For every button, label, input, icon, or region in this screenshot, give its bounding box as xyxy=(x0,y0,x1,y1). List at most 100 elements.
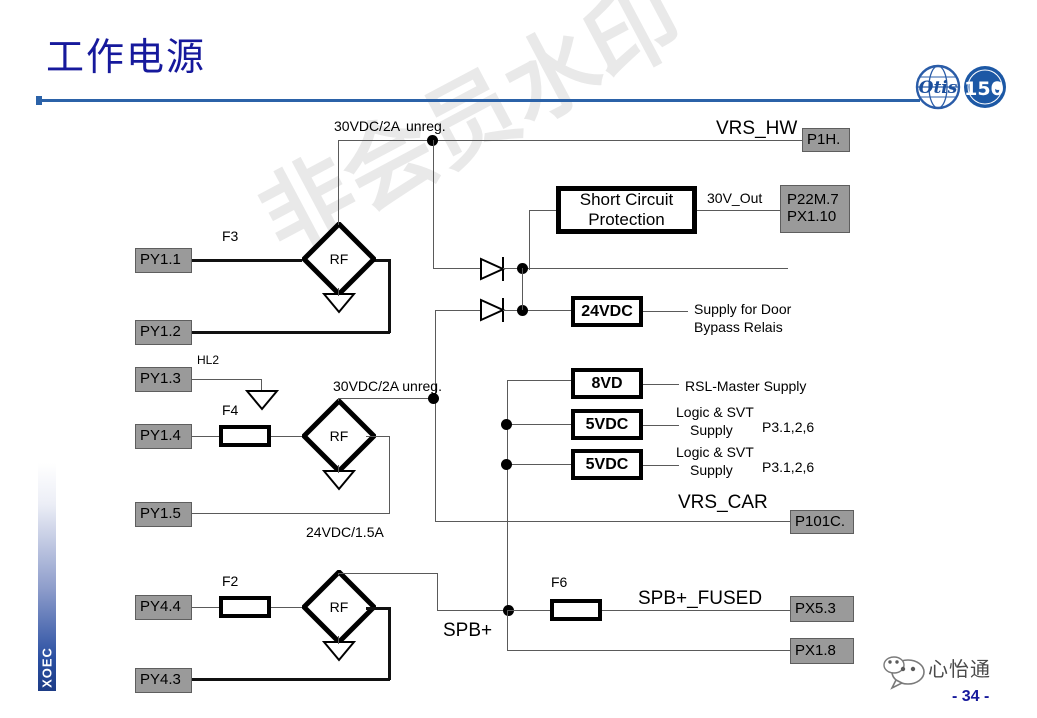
page-title: 工作电源 xyxy=(46,35,207,79)
label-24vdc-15a: 24VDC/1.5A xyxy=(306,524,384,540)
svg-text:RF: RF xyxy=(330,428,349,444)
wire-24vdc-out xyxy=(643,311,688,312)
scp-line-2: Protection xyxy=(588,210,665,229)
junction-30vdc-mid xyxy=(428,393,439,404)
junction-5vdc-b xyxy=(501,459,512,470)
rectifier-rf2: RF xyxy=(302,399,376,473)
wire-rf1-gnd xyxy=(338,288,339,296)
fuse-label-f4: F4 xyxy=(222,402,239,418)
fuse-f2 xyxy=(219,596,271,618)
wire-diode1-out xyxy=(503,268,788,269)
pin-py44[interactable]: PY4.4 xyxy=(135,595,192,620)
wire-to-diode-1 xyxy=(433,268,480,269)
wire-rail-5vdc-a xyxy=(507,424,571,425)
wire-rf2-to-bus xyxy=(338,398,435,399)
wire-py15-loop xyxy=(192,513,390,514)
wire-diode-bus xyxy=(522,268,523,310)
junction-5vdc-a xyxy=(501,419,512,430)
label-spb-plus: SPB+ xyxy=(443,620,493,641)
pin-py12[interactable]: PY1.2 xyxy=(135,320,192,345)
pin-py15[interactable]: PY1.5 xyxy=(135,502,192,527)
label-logic-svt-1a: Logic & SVT xyxy=(676,404,754,420)
label-spb-fused: SPB+_FUSED xyxy=(638,588,763,609)
wire-vrs-car xyxy=(435,521,790,522)
ground-symbol-hl2 xyxy=(245,390,279,411)
pin-p22m7-px110[interactable]: P22M.7 PX1.10 xyxy=(780,185,850,233)
wire-py11-rf1 xyxy=(192,259,302,262)
side-tab-label: XOEC xyxy=(39,647,55,688)
pin-p1h[interactable]: P1H. xyxy=(802,128,850,152)
wire-rf3-gnd xyxy=(338,636,339,644)
module-8vd: 8VD xyxy=(571,368,643,399)
wire-py12-loop xyxy=(192,331,390,334)
pin-p101c[interactable]: P101C. xyxy=(790,510,854,534)
wire-py44-fuse xyxy=(192,607,219,608)
fuse-label-f2: F2 xyxy=(222,573,239,589)
pin-px18[interactable]: PX1.8 xyxy=(790,638,854,664)
pin-py43[interactable]: PY4.3 xyxy=(135,668,192,693)
label-rsl-master: RSL-Master Supply xyxy=(685,378,807,394)
wire-rf2-gnd xyxy=(338,465,339,473)
label-vrs-car: VRS_CAR xyxy=(678,492,768,513)
wire-rf3-to-spb xyxy=(338,573,438,574)
wire-rail-5vdc-b xyxy=(507,464,571,465)
page-number: - 34 - xyxy=(952,688,990,705)
rectifier-rf3: RF xyxy=(302,570,376,644)
wire-rf1-right-down xyxy=(388,259,391,333)
label-logic-svt-2a: Logic & SVT xyxy=(676,444,754,460)
svg-text:Otis: Otis xyxy=(919,78,958,98)
wire-5vdc-a-out xyxy=(643,425,679,426)
slide-canvas: 非会员水印 工作电源 Otis 150 XOEC PY1.1 PY1.2 F3 xyxy=(0,0,1037,718)
ground-symbol-rf2 xyxy=(322,470,356,491)
pin-p22m7-label: P22M.7 xyxy=(787,191,839,209)
wire-py43-loop xyxy=(192,678,390,681)
pin-py11[interactable]: PY1.1 xyxy=(135,248,192,273)
otis-globe-icon: Otis xyxy=(915,64,961,110)
label-30vdc-mid: 30VDC/2A unreg. xyxy=(333,378,442,394)
svg-text:RF: RF xyxy=(330,599,349,615)
label-logic-svt-2: Logic & SVT Supply xyxy=(676,444,754,479)
label-door-bypass-2: Bypass Relais xyxy=(694,318,783,335)
label-vrs-hw: VRS_HW xyxy=(716,118,798,139)
wire-scp-out xyxy=(697,210,780,211)
label-30v-out: 30V_Out xyxy=(707,190,763,206)
label-port-p31-1: P3.1,2,6 xyxy=(762,419,815,435)
wire-scp-in xyxy=(529,210,556,211)
wire-right-rail xyxy=(507,380,508,615)
wire-f6-out xyxy=(602,610,790,611)
wire-rf3-right xyxy=(366,607,390,610)
wire-rf1-top xyxy=(338,141,339,225)
pin-px110-label: PX1.10 xyxy=(787,208,837,225)
wire-diode2-out xyxy=(503,310,571,311)
fuse-label-f6: F6 xyxy=(551,574,568,590)
label-door-bypass: Supply for Door Bypass Relais xyxy=(694,301,791,336)
wire-spb-to-f6 xyxy=(508,610,550,611)
wire-spb-drop xyxy=(437,573,438,611)
wire-8vd-out xyxy=(643,384,679,385)
wire-mid-bus xyxy=(435,310,436,522)
module-short-circuit-protection: Short Circuit Protection xyxy=(556,186,697,234)
ground-symbol-rf3 xyxy=(322,641,356,662)
pin-py14[interactable]: PY1.4 xyxy=(135,424,192,449)
ground-symbol-rf1 xyxy=(322,293,356,314)
footer-brand-label: 心怡通 xyxy=(928,657,991,681)
label-logic-svt-1b: Supply xyxy=(690,421,733,438)
otis-150-anniversary-icon: 150 xyxy=(964,66,1006,108)
logo-group: Otis 150 xyxy=(915,64,1011,110)
wire-scp-in-drop xyxy=(529,210,530,270)
pin-py13[interactable]: PY1.3 xyxy=(135,367,192,392)
wire-5vdc-b-out xyxy=(643,465,679,466)
side-tab-xoec: XOEC xyxy=(38,463,56,691)
fuse-f6 xyxy=(550,599,602,621)
module-5vdc-b: 5VDC xyxy=(571,449,643,480)
pin-px53[interactable]: PX5.3 xyxy=(790,596,854,622)
wire-px18 xyxy=(507,650,790,651)
label-unreg-top: unreg. xyxy=(406,118,446,134)
wire-rf2-right xyxy=(366,436,390,437)
label-logic-svt-2b: Supply xyxy=(690,461,733,478)
wire-bus-drop-1 xyxy=(433,140,434,268)
wire-px18-drop xyxy=(507,610,508,650)
label-30vdc-2a: 30VDC/2A xyxy=(334,118,401,134)
label-door-bypass-1: Supply for Door xyxy=(694,301,792,317)
fuse-label-f3: F3 xyxy=(222,228,239,244)
